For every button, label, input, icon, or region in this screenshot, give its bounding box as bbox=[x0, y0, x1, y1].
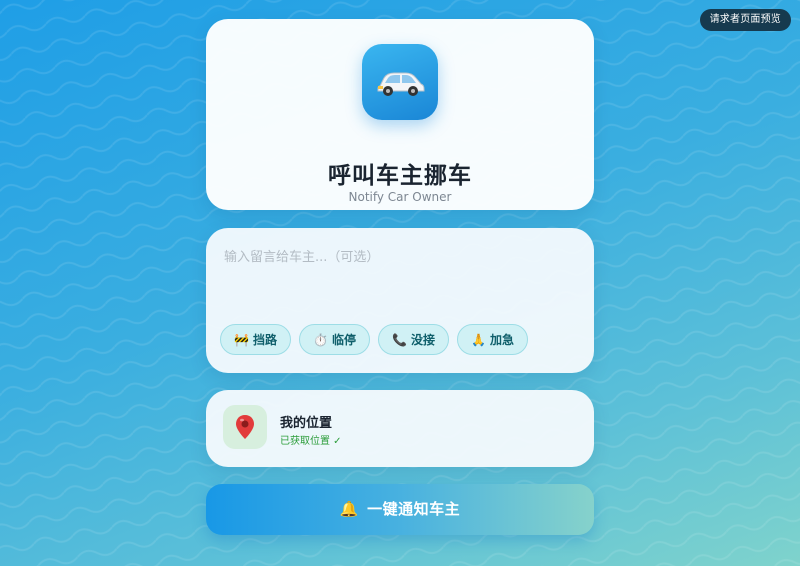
header-card: 呼叫车主挪车 Notify Car Owner bbox=[206, 19, 594, 210]
chip-label: 挡路 bbox=[252, 333, 277, 347]
chip-label: 没接 bbox=[410, 333, 435, 347]
car-icon bbox=[362, 44, 438, 120]
stopwatch-icon: ⏱️ bbox=[313, 333, 328, 347]
message-card: 🚧挡路 ⏱️临停 📞没接 🙏加急 bbox=[206, 228, 594, 373]
page-title: 呼叫车主挪车 bbox=[328, 163, 472, 189]
location-card[interactable]: 我的位置 已获取位置 ✓ bbox=[206, 390, 594, 467]
chip-blocking[interactable]: 🚧 挡路 bbox=[220, 324, 291, 355]
requester-preview-button[interactable]: 请求者页面预览 bbox=[699, 9, 791, 31]
page-subtitle: Notify Car Owner bbox=[348, 190, 452, 204]
location-title: 我的位置 bbox=[280, 416, 333, 431]
chip-no-answer[interactable]: 📞 没接 bbox=[378, 324, 449, 355]
chip-urgent[interactable]: 🙏 加急 bbox=[457, 324, 528, 355]
phone-icon: 📞 bbox=[392, 333, 407, 347]
notify-button-label: 一键通知车主 bbox=[367, 500, 461, 518]
location-status: 已获取位置 ✓ bbox=[280, 436, 342, 447]
pray-icon: 🙏 bbox=[471, 333, 486, 347]
map-pin-icon bbox=[223, 405, 267, 449]
message-input[interactable] bbox=[220, 242, 584, 330]
chip-temp-parking[interactable]: ⏱️ 临停 bbox=[299, 324, 370, 355]
chip-label: 加急 bbox=[489, 333, 514, 347]
notify-owner-button[interactable]: 🔔 一键通知车主 bbox=[206, 484, 594, 535]
bell-icon: 🔔 bbox=[339, 500, 360, 518]
roadblock-icon: 🚧 bbox=[234, 333, 249, 347]
chip-label: 临停 bbox=[331, 333, 356, 347]
